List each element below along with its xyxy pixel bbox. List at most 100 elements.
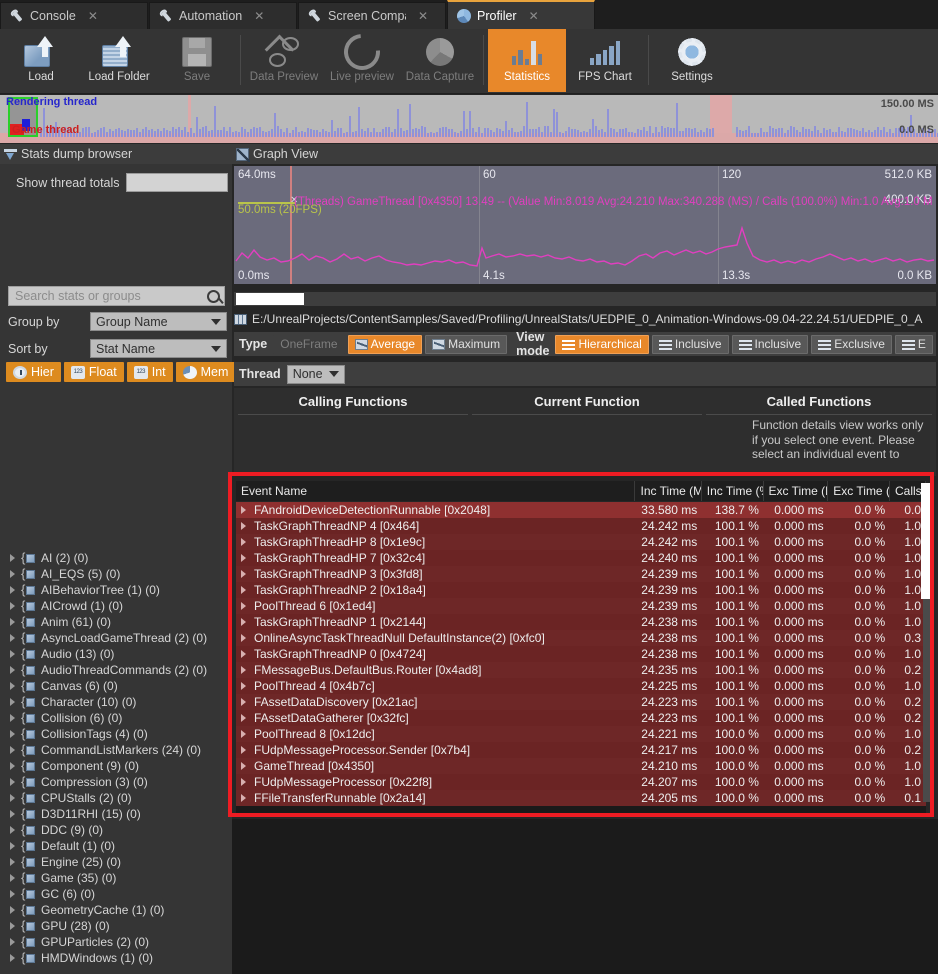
expand-arrow-icon[interactable] bbox=[8, 602, 16, 610]
tree-item[interactable]: {Game (35) (0) bbox=[0, 870, 232, 886]
show-thread-totals-field[interactable] bbox=[125, 173, 228, 192]
viewmode-inclusive-button[interactable]: Inclusive bbox=[651, 334, 729, 354]
tree-item[interactable]: {Anim (61) (0) bbox=[0, 614, 232, 630]
expand-arrow-icon[interactable] bbox=[8, 618, 16, 626]
expand-arrow-icon[interactable] bbox=[8, 938, 16, 946]
frame-bar bbox=[190, 127, 192, 137]
expand-arrow-icon[interactable] bbox=[8, 794, 16, 802]
tree-item[interactable]: {Character (10) (0) bbox=[0, 694, 232, 710]
tree-item[interactable]: {Collision (6) (0) bbox=[0, 710, 232, 726]
tree-item-label: CommandListMarkers (24) (0) bbox=[41, 743, 202, 757]
tree-item[interactable]: {GC (6) (0) bbox=[0, 886, 232, 902]
filter-float-button[interactable]: 123 Float bbox=[63, 362, 124, 382]
expand-arrow-icon[interactable] bbox=[8, 586, 16, 594]
expand-arrow-icon[interactable] bbox=[8, 634, 16, 642]
type-oneframe-button[interactable]: OneFrame bbox=[273, 334, 345, 354]
tree-item[interactable]: {AudioThreadCommands (2) (0) bbox=[0, 662, 232, 678]
graph-view-panel[interactable]: 64.0ms 0.0ms 512.0 KB 400.0 KB 0.0 KB 60… bbox=[234, 166, 936, 284]
expand-arrow-icon[interactable] bbox=[8, 666, 16, 674]
frame-bar bbox=[142, 128, 144, 137]
search-stats-row[interactable] bbox=[8, 286, 225, 306]
close-icon[interactable]: ✕ bbox=[254, 10, 264, 22]
stat-group-tree[interactable]: {AI (2) (0) {AI_EQS (5) (0) {AIBehaviorTre… bbox=[0, 550, 232, 974]
frame-bar bbox=[532, 128, 534, 137]
expand-arrow-icon[interactable] bbox=[8, 698, 16, 706]
viewmode-exclusive-button[interactable]: Exclusive bbox=[811, 334, 892, 354]
close-icon[interactable]: ✕ bbox=[88, 10, 98, 22]
expand-arrow-icon[interactable] bbox=[8, 762, 16, 770]
close-icon[interactable]: ✕ bbox=[529, 10, 539, 22]
expand-arrow-icon[interactable] bbox=[8, 842, 16, 850]
expand-arrow-icon[interactable] bbox=[8, 858, 16, 866]
viewmode-exclusive-alt-button[interactable]: E bbox=[894, 334, 933, 354]
tree-item[interactable]: {AIBehaviorTree (1) (0) bbox=[0, 582, 232, 598]
tab-profiler[interactable]: Profiler ✕ bbox=[447, 0, 595, 29]
filter-mem-button[interactable]: Mem bbox=[175, 362, 236, 382]
tree-item[interactable]: {D3D11RHI (15) (0) bbox=[0, 806, 232, 822]
thread-select[interactable]: None bbox=[286, 364, 345, 384]
tree-item[interactable]: {HMDWindows (1) (0) bbox=[0, 950, 232, 966]
checkbox-icon[interactable] bbox=[236, 147, 250, 162]
mini-frame-graph[interactable]: Rendering thread Game thread 150.00 MS 0… bbox=[0, 95, 938, 143]
tab-automation[interactable]: Automation ✕ bbox=[149, 2, 297, 29]
frame-bar bbox=[778, 128, 780, 137]
expand-arrow-icon[interactable] bbox=[8, 778, 16, 786]
expand-arrow-icon[interactable] bbox=[8, 682, 16, 690]
frame-bar bbox=[760, 127, 762, 137]
tree-item[interactable]: {AICrowd (1) (0) bbox=[0, 598, 232, 614]
expand-arrow-icon[interactable] bbox=[8, 746, 16, 754]
frame-bar bbox=[493, 131, 495, 137]
tree-item[interactable]: {AI (2) (0) bbox=[0, 550, 232, 566]
tree-item[interactable]: {GPU (28) (0) bbox=[0, 918, 232, 934]
sort-by-select[interactable]: Stat Name bbox=[90, 339, 227, 358]
tree-item[interactable]: {GeometryCache (1) (0) bbox=[0, 902, 232, 918]
expand-arrow-icon[interactable] bbox=[8, 922, 16, 930]
close-icon[interactable]: ✕ bbox=[418, 10, 428, 22]
tree-item[interactable]: {GPUParticles (2) (0) bbox=[0, 934, 232, 950]
tree-item[interactable]: {CommandListMarkers (24) (0) bbox=[0, 742, 232, 758]
expand-arrow-icon[interactable] bbox=[8, 954, 16, 962]
statistics-button[interactable]: Statistics bbox=[488, 29, 566, 92]
frame-bar bbox=[322, 128, 324, 137]
tree-item[interactable]: {Compression (3) (0) bbox=[0, 774, 232, 790]
graph-view-header[interactable]: Graph View bbox=[232, 144, 938, 164]
tree-item[interactable]: {AI_EQS (5) (0) bbox=[0, 566, 232, 582]
group-by-select[interactable]: Group Name bbox=[90, 312, 227, 331]
tree-item[interactable]: {Engine (25) (0) bbox=[0, 854, 232, 870]
expand-arrow-icon[interactable] bbox=[8, 570, 16, 578]
tree-item[interactable]: {DDC (9) (0) bbox=[0, 822, 232, 838]
type-average-button[interactable]: Average bbox=[347, 334, 423, 354]
filter-hier-button[interactable]: Hier bbox=[6, 362, 61, 382]
expand-arrow-icon[interactable] bbox=[8, 650, 16, 658]
expand-arrow-icon[interactable] bbox=[8, 554, 16, 562]
graph-horizontal-scrollbar[interactable] bbox=[234, 292, 936, 306]
viewmode-hierarchical-button[interactable]: Hierarchical bbox=[555, 334, 649, 354]
filter-int-button[interactable]: 123 Int bbox=[126, 362, 173, 382]
tab-console[interactable]: Console ✕ bbox=[0, 2, 148, 29]
tree-item[interactable]: {Audio (13) (0) bbox=[0, 646, 232, 662]
tree-item[interactable]: {CollisionTags (4) (0) bbox=[0, 726, 232, 742]
expand-arrow-icon[interactable] bbox=[8, 906, 16, 914]
load-folder-button[interactable]: Load Folder bbox=[80, 29, 158, 92]
expand-arrow-icon[interactable] bbox=[8, 890, 16, 898]
settings-button[interactable]: Settings bbox=[653, 29, 731, 92]
search-input[interactable] bbox=[13, 288, 207, 304]
expand-arrow-icon[interactable] bbox=[8, 730, 16, 738]
expand-arrow-icon[interactable] bbox=[8, 874, 16, 882]
graph-scrollbar-thumb[interactable] bbox=[236, 293, 304, 305]
tree-item[interactable]: {Default (1) (0) bbox=[0, 838, 232, 854]
expand-arrow-icon[interactable] bbox=[8, 826, 16, 834]
fps-chart-button[interactable]: FPS Chart bbox=[566, 29, 644, 92]
stats-dump-browser-header[interactable]: Stats dump browser bbox=[0, 144, 232, 164]
tab-screen-comparison[interactable]: Screen Comparison ✕ bbox=[298, 2, 446, 29]
frame-bar bbox=[148, 129, 150, 137]
tree-item[interactable]: {Canvas (6) (0) bbox=[0, 678, 232, 694]
expand-arrow-icon[interactable] bbox=[8, 810, 16, 818]
tree-item[interactable]: {CPUStalls (2) (0) bbox=[0, 790, 232, 806]
type-maximum-button[interactable]: Maximum bbox=[425, 334, 508, 354]
load-button[interactable]: Load bbox=[2, 29, 80, 92]
tree-item[interactable]: {Component (9) (0) bbox=[0, 758, 232, 774]
expand-arrow-icon[interactable] bbox=[8, 714, 16, 722]
tree-item[interactable]: {AsyncLoadGameThread (2) (0) bbox=[0, 630, 232, 646]
viewmode-inclusive-alt-button[interactable]: Inclusive bbox=[731, 334, 809, 354]
